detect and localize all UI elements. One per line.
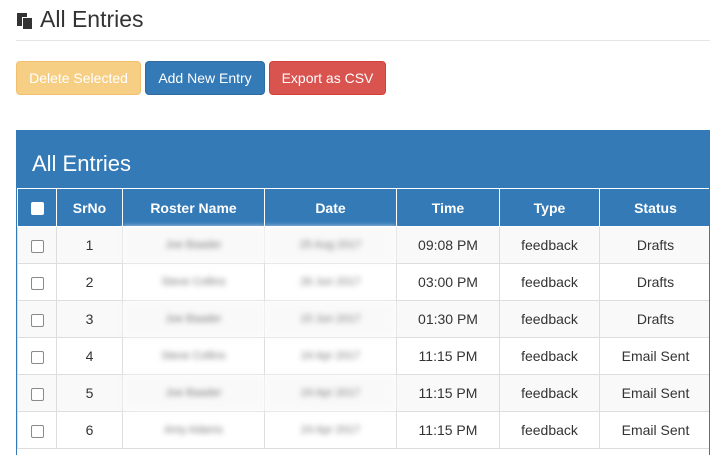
copy-icon: [17, 13, 32, 29]
srno-cell: 1: [56, 226, 123, 264]
date-cell: 24 Apr 2017: [264, 374, 397, 412]
type-cell: feedback: [499, 374, 600, 412]
export-csv-button[interactable]: Export as CSV: [269, 61, 386, 95]
type-cell: feedback: [499, 263, 600, 301]
select-all-checkbox[interactable]: [30, 202, 44, 216]
select-all-cell: [17, 188, 57, 227]
status-cell: Drafts: [599, 263, 709, 301]
page-title: All Entries: [40, 6, 144, 32]
srno-cell: 3: [56, 300, 123, 338]
entries-table: SrNo Roster Name Date Time Type Status 1…: [17, 188, 709, 449]
row-checkbox[interactable]: [30, 239, 44, 253]
status-cell: Drafts: [599, 226, 709, 264]
row-checkbox[interactable]: [30, 276, 44, 290]
type-cell: feedback: [499, 337, 600, 375]
entries-panel: All Entries SrNo Roster Name Date Time T…: [16, 130, 710, 455]
table-row: 3 Joe Baader 15 Jun 2017 01:30 PM feedba…: [17, 300, 709, 338]
type-cell: feedback: [499, 300, 600, 338]
table-header-row: SrNo Roster Name Date Time Type Status: [17, 188, 709, 227]
row-select-cell: [17, 337, 57, 375]
row-select-cell: [17, 300, 57, 338]
column-header-roster-name[interactable]: Roster Name: [122, 188, 265, 227]
srno-cell: 5: [56, 374, 123, 412]
date-cell: 15 Jun 2017: [264, 300, 397, 338]
table-row: 2 Steve Collins 26 Jun 2017 03:00 PM fee…: [17, 263, 709, 301]
panel-title: All Entries: [32, 151, 132, 176]
table-row: 4 Steve Collins 24 Apr 2017 11:15 PM fee…: [17, 337, 709, 375]
roster-name-cell: Steve Collins: [122, 263, 265, 301]
status-cell: Email Sent: [599, 374, 709, 412]
delete-selected-button[interactable]: Delete Selected: [16, 61, 141, 95]
srno-cell: 2: [56, 263, 123, 301]
roster-name-cell: Steve Collins: [122, 337, 265, 375]
status-cell: Email Sent: [599, 411, 709, 449]
row-checkbox[interactable]: [30, 424, 44, 438]
divider: [16, 40, 710, 41]
column-header-date[interactable]: Date: [264, 188, 397, 227]
type-cell: feedback: [499, 411, 600, 449]
row-select-cell: [17, 411, 57, 449]
column-header-srno[interactable]: SrNo: [56, 188, 123, 227]
column-header-type[interactable]: Type: [499, 188, 600, 227]
srno-cell: 4: [56, 337, 123, 375]
column-header-time[interactable]: Time: [396, 188, 500, 227]
srno-cell: 6: [56, 411, 123, 449]
roster-name-cell: Amy Adams: [122, 411, 265, 449]
table-row: 5 Joe Baader 24 Apr 2017 11:15 PM feedba…: [17, 374, 709, 412]
page-header: All Entries: [0, 0, 710, 40]
date-cell: 24 Apr 2017: [264, 411, 397, 449]
roster-name-cell: Joe Baader: [122, 226, 265, 264]
time-cell: 03:00 PM: [396, 263, 500, 301]
column-header-status[interactable]: Status: [599, 188, 709, 227]
date-cell: 26 Jun 2017: [264, 263, 397, 301]
time-cell: 11:15 PM: [396, 411, 500, 449]
table-row: 6 Amy Adams 24 Apr 2017 11:15 PM feedbac…: [17, 411, 709, 449]
date-cell: 25 Aug 2017: [264, 226, 397, 264]
row-select-cell: [17, 263, 57, 301]
row-checkbox[interactable]: [30, 350, 44, 364]
time-cell: 01:30 PM: [396, 300, 500, 338]
row-checkbox[interactable]: [30, 313, 44, 327]
row-select-cell: [17, 226, 57, 264]
roster-name-cell: Joe Baader: [122, 374, 265, 412]
row-select-cell: [17, 374, 57, 412]
row-checkbox[interactable]: [30, 387, 44, 401]
roster-name-cell: Joe Baader: [122, 300, 265, 338]
time-cell: 11:15 PM: [396, 374, 500, 412]
time-cell: 09:08 PM: [396, 226, 500, 264]
type-cell: feedback: [499, 226, 600, 264]
status-cell: Email Sent: [599, 337, 709, 375]
table-row: 1 Joe Baader 25 Aug 2017 09:08 PM feedba…: [17, 226, 709, 264]
panel-heading: All Entries: [17, 131, 709, 189]
time-cell: 11:15 PM: [396, 337, 500, 375]
status-cell: Drafts: [599, 300, 709, 338]
date-cell: 24 Apr 2017: [264, 337, 397, 375]
add-new-entry-button[interactable]: Add New Entry: [145, 61, 265, 95]
